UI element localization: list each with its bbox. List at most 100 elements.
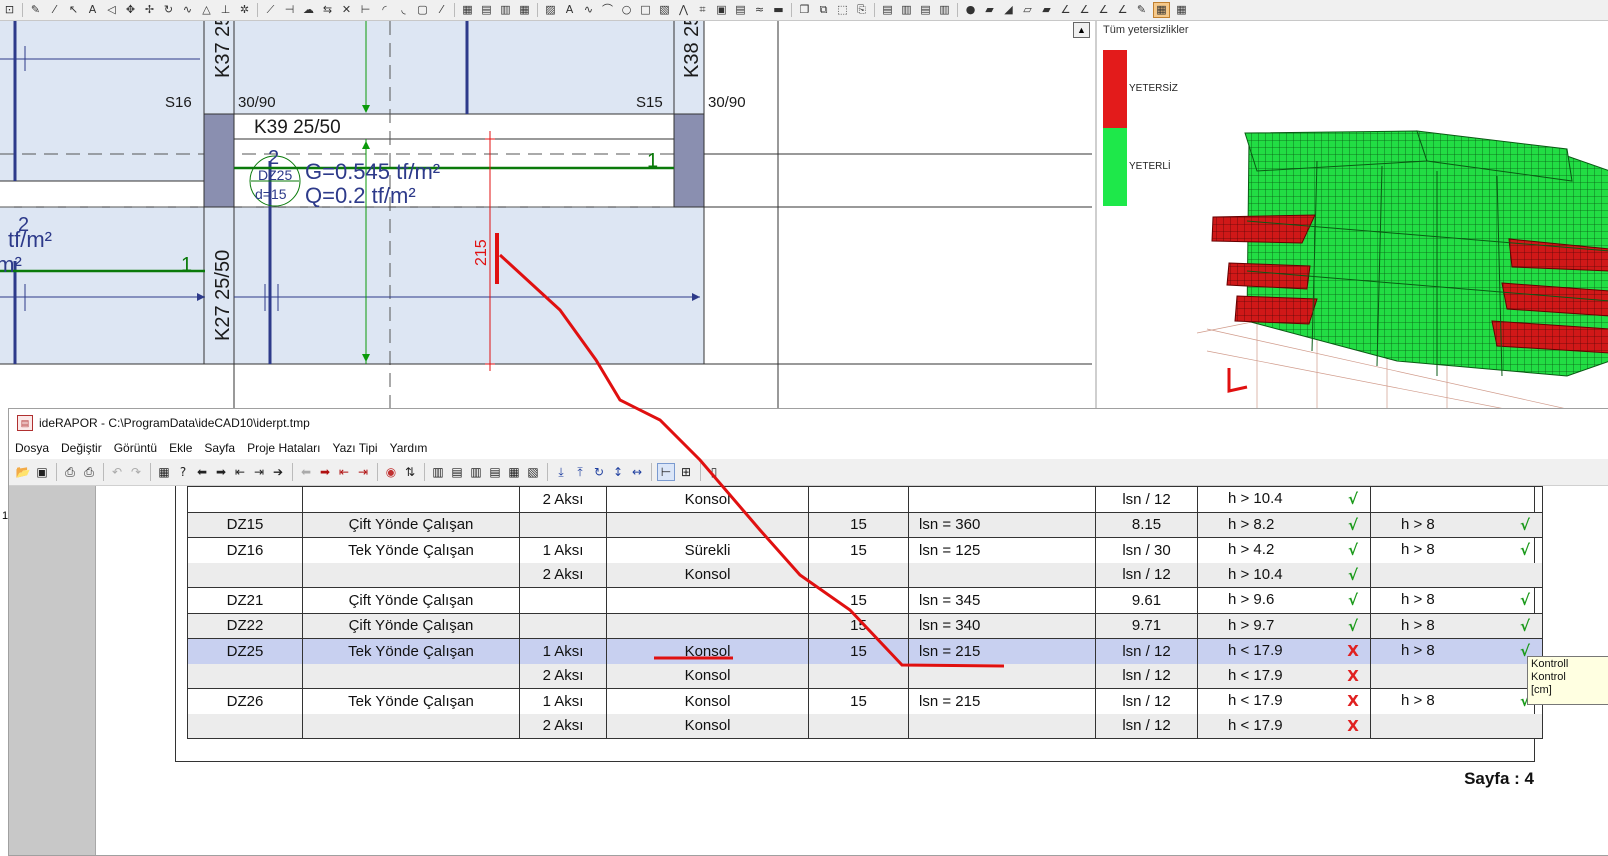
- box-icon[interactable]: ▣: [714, 3, 729, 17]
- last-icon[interactable]: ⇥: [251, 464, 267, 480]
- graph2-icon[interactable]: ∠: [1077, 3, 1092, 17]
- table-icon[interactable]: ▥: [498, 3, 513, 17]
- first-error-icon[interactable]: ⇤: [336, 464, 352, 480]
- print-icon[interactable]: ⎙: [81, 464, 97, 480]
- fillet-icon[interactable]: ◟: [396, 3, 411, 17]
- fit-width-icon[interactable]: ⊢: [657, 463, 675, 481]
- results-icon[interactable]: ▦: [1153, 2, 1170, 18]
- results-3d-panel[interactable]: Tüm yetersizlikler YETERSİZ YETERLİ: [1095, 21, 1608, 408]
- text-tool-icon[interactable]: A: [562, 3, 577, 17]
- prev-icon[interactable]: ⬅: [194, 464, 210, 480]
- menu-proje-hatalari[interactable]: Proje Hataları: [241, 441, 326, 455]
- brush-icon[interactable]: ⁄: [434, 3, 449, 17]
- pan-icon[interactable]: ✢: [142, 3, 157, 17]
- square-icon[interactable]: ▢: [415, 3, 430, 17]
- goto-icon[interactable]: ➔: [270, 464, 286, 480]
- snap-icon[interactable]: ✲: [237, 3, 252, 17]
- pen-icon[interactable]: ✎: [28, 3, 43, 17]
- bulb-icon[interactable]: ●: [963, 3, 978, 17]
- image-icon[interactable]: ▨: [543, 3, 558, 17]
- calculator-icon[interactable]: ▤: [479, 3, 494, 17]
- wave-icon[interactable]: ∿: [180, 3, 195, 17]
- layout2-icon[interactable]: ▤: [449, 464, 465, 480]
- line-tool-icon[interactable]: ⟋: [263, 3, 278, 17]
- orbit-icon[interactable]: ↻: [161, 3, 176, 17]
- table-row[interactable]: DZ15 Çift Yönde Çalışan 15 lsn = 360 8.15 h >…: [187, 511, 1543, 538]
- table-row[interactable]: DZ21 Çift Yönde Çalışan 15 lsn = 345 9.61 h >…: [187, 587, 1543, 613]
- layout4-icon[interactable]: ▤: [487, 464, 503, 480]
- triangle-icon[interactable]: △: [199, 3, 214, 17]
- next-icon[interactable]: ➡: [213, 464, 229, 480]
- last-error-icon[interactable]: ⇥: [355, 464, 371, 480]
- beam-icon[interactable]: ▰: [982, 3, 997, 17]
- layout5-icon[interactable]: ▦: [506, 464, 522, 480]
- report3-icon[interactable]: ▤: [918, 3, 933, 17]
- node-icon[interactable]: ⌗: [695, 3, 710, 17]
- zigzag-icon[interactable]: ⋀: [676, 3, 691, 17]
- report-icon[interactable]: ▤: [880, 3, 895, 17]
- pencil-icon[interactable]: ✎: [1134, 3, 1149, 17]
- frame-icon[interactable]: ⬚: [835, 3, 850, 17]
- prev-error-disabled-icon[interactable]: ⬅: [298, 464, 314, 480]
- slab-icon[interactable]: ▱: [1020, 3, 1035, 17]
- text-icon[interactable]: A: [85, 3, 100, 17]
- report2-icon[interactable]: ▥: [899, 3, 914, 17]
- report4-icon[interactable]: ▥: [937, 3, 952, 17]
- table-row[interactable]: 2 Aksı Konsol lsn / 12 h < 17.9 X: [187, 713, 1543, 739]
- table-view-icon[interactable]: ▦: [1174, 3, 1189, 17]
- mirror-icon[interactable]: ⇆: [320, 3, 335, 17]
- menu-yazi-tipi[interactable]: Yazı Tipi: [326, 441, 383, 455]
- menu-degistir[interactable]: Değiştir: [55, 441, 108, 455]
- expand-v-icon[interactable]: ↕: [610, 464, 626, 480]
- collapse-panel-button[interactable]: ▲: [1073, 22, 1090, 38]
- rotate-view-icon[interactable]: ◁: [104, 3, 119, 17]
- menu-ekle[interactable]: Ekle: [163, 441, 198, 455]
- graph3-icon[interactable]: ∠: [1096, 3, 1111, 17]
- expand-h-icon[interactable]: ↔: [629, 464, 645, 480]
- circle-icon[interactable]: ○: [619, 3, 634, 17]
- layout3-icon[interactable]: ▥: [468, 464, 484, 480]
- menu-goruntu[interactable]: Görüntü: [108, 441, 163, 455]
- table-row[interactable]: DZ26 Tek Yönde Çalışan 1 Aksı Konsol 15 lsn =…: [187, 688, 1543, 714]
- pointer-icon[interactable]: ↖: [66, 3, 81, 17]
- iderapor-window[interactable]: ▤ ideRAPOR - C:\ProgramData\ideCAD10\ide…: [2, 408, 1608, 856]
- grid2-icon[interactable]: ▦: [517, 3, 532, 17]
- trim-icon[interactable]: ⊣: [282, 3, 297, 17]
- grid-icon[interactable]: ▦: [460, 3, 475, 17]
- print-preview-icon[interactable]: ⎙: [62, 464, 78, 480]
- menu-sayfa[interactable]: Sayfa: [198, 441, 241, 455]
- table-row[interactable]: 2 Aksı Konsol lsn / 12 h > 10.4 √: [187, 486, 1543, 512]
- export-icon[interactable]: ⤒: [572, 464, 588, 480]
- graph-icon[interactable]: ∠: [1058, 3, 1073, 17]
- sort-icon[interactable]: ⇅: [402, 464, 418, 480]
- layout-icon[interactable]: ▥: [430, 464, 446, 480]
- fit-page-icon[interactable]: ⊞: [678, 464, 694, 480]
- arc-icon[interactable]: ◜: [377, 3, 392, 17]
- stair-icon[interactable]: ◢: [1001, 3, 1016, 17]
- terrain-icon[interactable]: ≈: [752, 3, 767, 17]
- menu-yardim[interactable]: Yardım: [384, 441, 434, 455]
- table-row[interactable]: 2 Aksı Konsol lsn / 12 h > 10.4 √: [187, 562, 1543, 588]
- undo-icon[interactable]: ↶: [109, 464, 125, 480]
- curve-icon[interactable]: ∿: [581, 3, 596, 17]
- axes-icon[interactable]: ⊥: [218, 3, 233, 17]
- report-page[interactable]: 2 Aksı Konsol lsn / 12 h > 10.4 √ DZ15 Çift Yö…: [96, 486, 1608, 855]
- floor-icon[interactable]: ▰: [1039, 3, 1054, 17]
- first-icon[interactable]: ⇤: [232, 464, 248, 480]
- cloud-icon[interactable]: ☁: [301, 3, 316, 17]
- table-row[interactable]: DZ16 Tek Yönde Çalışan 1 Aksı Sürekli 15 lsn …: [187, 537, 1543, 563]
- copy-icon[interactable]: ❐: [797, 3, 812, 17]
- table-row[interactable]: DZ25 Tek Yönde Çalışan 1 Aksı Konsol 15 lsn =…: [187, 638, 1543, 664]
- chart-icon[interactable]: ▤: [733, 3, 748, 17]
- move-icon[interactable]: ✥: [123, 3, 138, 17]
- graph4-icon[interactable]: ∠: [1115, 3, 1130, 17]
- table-row[interactable]: 2 Aksı Konsol lsn / 12 h < 17.9 X: [187, 663, 1543, 689]
- calculator-icon[interactable]: ▦: [156, 464, 172, 480]
- rectangle-icon[interactable]: □: [638, 3, 653, 17]
- hatch-icon[interactable]: ▧: [657, 3, 672, 17]
- error-list-icon[interactable]: ◉: [383, 464, 399, 480]
- help-page-icon[interactable]: ?: [175, 464, 191, 480]
- page-icon[interactable]: ⎘: [854, 3, 869, 17]
- redo-icon[interactable]: ↷: [128, 464, 144, 480]
- save-icon[interactable]: ▣: [34, 464, 50, 480]
